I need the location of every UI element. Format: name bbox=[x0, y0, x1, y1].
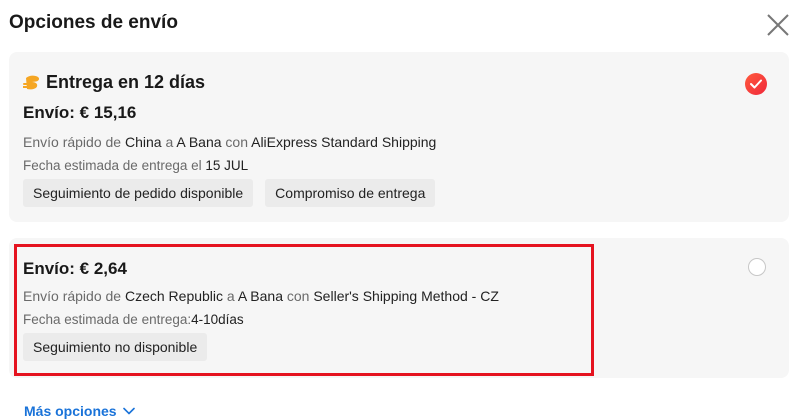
delivery-headline: Entrega en 12 días bbox=[23, 72, 205, 93]
shipping-method: AliExpress Standard Shipping bbox=[251, 134, 437, 150]
tracking-unavailable-tag: Seguimiento no disponible bbox=[23, 333, 208, 361]
more-options-link[interactable]: Más opciones bbox=[24, 403, 135, 419]
close-icon[interactable] bbox=[766, 13, 790, 37]
shipping-price: Envío: € 2,64 bbox=[23, 259, 127, 278]
destination: A Bana bbox=[237, 288, 283, 304]
shipping-route: Envío rápido de Czech Republic a A Bana … bbox=[23, 288, 499, 304]
option-tags: Seguimiento no disponible bbox=[23, 333, 208, 361]
destination: A Bana bbox=[176, 134, 222, 150]
shipping-price: Envío: € 15,16 bbox=[23, 103, 137, 122]
unselected-radio[interactable] bbox=[748, 258, 766, 276]
estimated-delivery-range: 4-10días bbox=[191, 312, 244, 327]
origin-country: Czech Republic bbox=[124, 288, 224, 304]
shipping-method: Seller's Shipping Method - CZ bbox=[313, 288, 499, 304]
delivery-days-label: Entrega en 12 días bbox=[46, 72, 206, 92]
dialog-title: Opciones de envío bbox=[9, 12, 178, 33]
option-tags: Seguimiento de pedido disponible Comprom… bbox=[23, 179, 436, 207]
estimated-delivery: Fecha estimada de entrega:4-10días bbox=[23, 312, 244, 327]
estimated-delivery-date: 15 JUL bbox=[205, 158, 249, 173]
delivery-promise-icon bbox=[23, 75, 40, 89]
estimated-delivery: Fecha estimada de entrega el 15 JUL bbox=[23, 158, 249, 173]
chevron-down-icon bbox=[122, 407, 135, 415]
selected-radio-check-icon[interactable] bbox=[745, 73, 767, 95]
shipping-route: Envío rápido de China a A Bana con AliEx… bbox=[23, 134, 437, 150]
origin-country: China bbox=[124, 134, 162, 150]
delivery-commitment-tag: Compromiso de entrega bbox=[265, 179, 436, 207]
shipping-option-seller-method[interactable]: Envío: € 2,64 Envío rápido de Czech Repu… bbox=[9, 238, 789, 378]
tracking-tag: Seguimiento de pedido disponible bbox=[23, 179, 254, 207]
shipping-option-aliexpress-standard[interactable]: Entrega en 12 días Envío: € 15,16 Envío … bbox=[9, 52, 789, 222]
more-options-label: Más opciones bbox=[24, 403, 117, 419]
